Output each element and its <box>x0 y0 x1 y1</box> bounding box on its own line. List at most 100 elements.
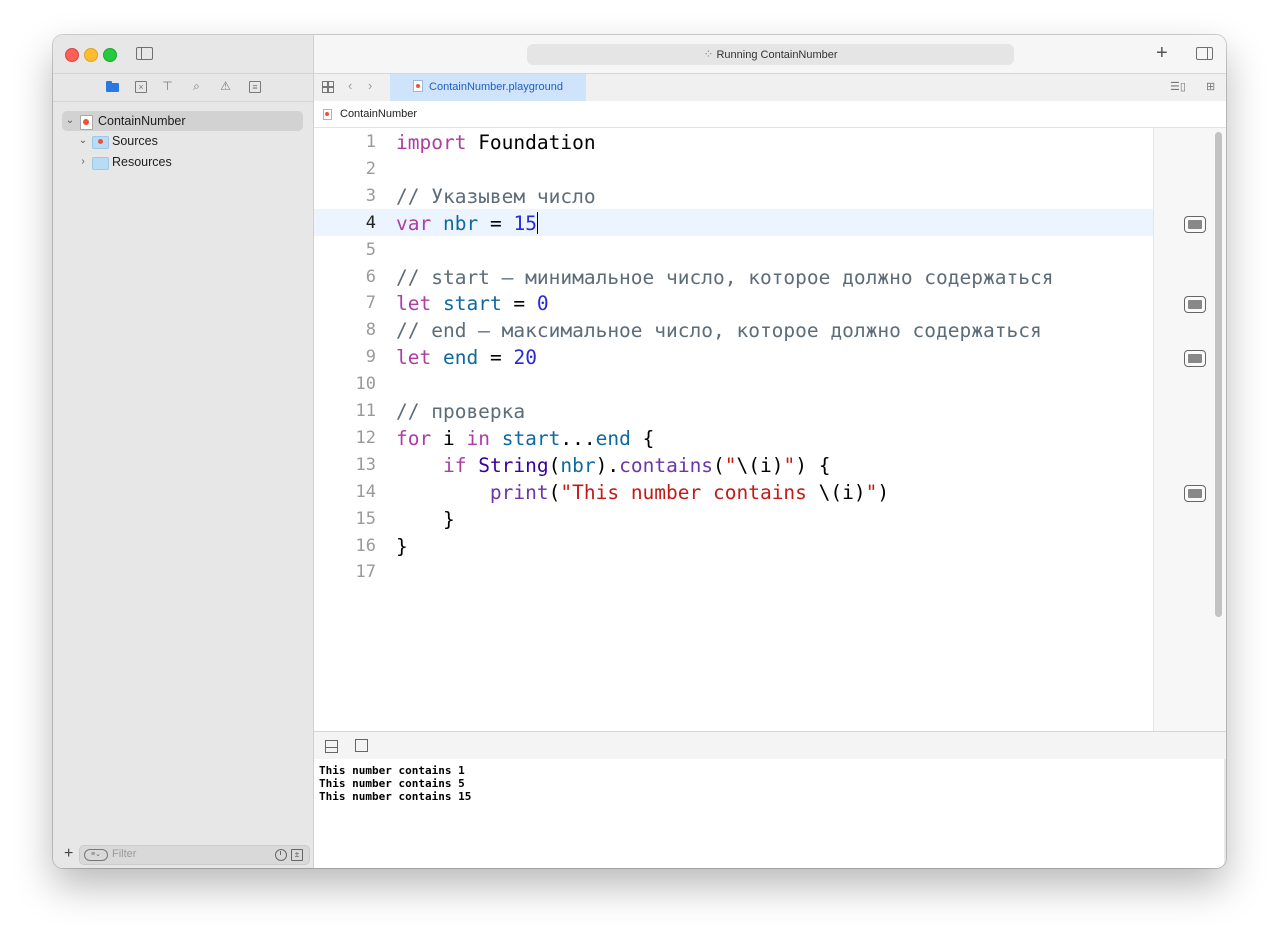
code-line[interactable]: 1 import Foundation <box>314 129 1153 156</box>
code-text: // проверка <box>396 398 525 425</box>
project-navigator-folder-icon[interactable] <box>106 80 119 93</box>
line-number: 17 <box>355 562 376 583</box>
quick-look-result-icon[interactable] <box>1184 296 1206 314</box>
code-text: // start – минимальное число, которое до… <box>396 264 1053 291</box>
line-number: 2 <box>365 158 376 179</box>
resources-folder-icon <box>92 157 109 170</box>
chevron-down-icon[interactable]: ⌄ <box>65 111 75 131</box>
hide-debug-area-icon[interactable] <box>325 740 338 753</box>
code-token: ). <box>595 453 620 477</box>
code-token: ( <box>548 453 561 477</box>
line-number: 1 <box>365 132 376 152</box>
report-navigator-icon[interactable]: ≡ <box>249 81 261 93</box>
editor-scrollbar[interactable] <box>1215 132 1222 617</box>
code-line[interactable]: 6 // start – минимальное число, которое д… <box>314 264 1153 291</box>
code-line[interactable]: 5 <box>314 237 1153 264</box>
jump-bar-item[interactable]: ContainNumber <box>340 101 417 127</box>
related-items-grid-icon[interactable] <box>322 81 334 93</box>
code-text: var nbr = 15 <box>396 210 538 237</box>
source-editor[interactable]: 1 import Foundation 2 3 // Указывем число 4 va… <box>314 128 1226 731</box>
back-chevron-icon[interactable]: ‹ <box>348 78 352 93</box>
code-line[interactable]: 8 // end – максимальное число, которое до… <box>314 317 1153 344</box>
line-number: 12 <box>355 427 376 448</box>
code-line[interactable]: 17 <box>314 559 1153 586</box>
line-number: 5 <box>365 239 376 260</box>
close-window-button[interactable] <box>65 48 79 62</box>
chevron-down-icon[interactable]: ⌄ <box>78 131 88 151</box>
code-token: for <box>396 426 432 450</box>
activity-viewer: ⁘ Running ContainNumber <box>527 44 1014 65</box>
code-token: end <box>595 426 631 450</box>
code-token: = <box>501 292 537 316</box>
code-line[interactable]: 16} <box>314 533 1153 560</box>
console-line: This number contains 5 <box>319 777 465 790</box>
code-token: ) { <box>795 453 831 477</box>
text-cursor <box>536 211 538 234</box>
line-number: 4 <box>365 212 376 233</box>
console-output[interactable]: This number contains 1 This number conta… <box>314 759 1226 868</box>
quick-look-result-icon[interactable] <box>1184 215 1206 233</box>
code-token: ( <box>713 453 725 477</box>
code-token: nbr <box>560 453 596 477</box>
console-scrollbar[interactable] <box>1224 759 1226 868</box>
symbol-navigator-icon[interactable]: ⊤ <box>161 80 174 93</box>
code-line[interactable]: 15 } <box>314 506 1153 533</box>
navigator-selector-bar: × ⊤ ⌕ ⚠ ≡ <box>53 73 313 102</box>
quick-look-result-icon[interactable] <box>1184 484 1206 502</box>
tab-playground[interactable]: ContainNumber.playground <box>390 74 586 101</box>
filter-placeholder: Filter <box>112 848 137 860</box>
issue-navigator-warning-icon[interactable]: ⚠ <box>219 80 232 93</box>
code-text: } <box>396 506 455 533</box>
zoom-window-button[interactable] <box>103 48 117 62</box>
code-token: " <box>865 480 878 504</box>
code-line[interactable]: 12 for i in start...end { <box>314 425 1153 452</box>
source-control-navigator-icon[interactable]: × <box>135 81 147 93</box>
console-line: This number contains 1 <box>319 764 465 777</box>
minimize-window-button[interactable] <box>84 48 98 62</box>
tree-item-playground[interactable]: ⌄ ContainNumber <box>62 111 303 131</box>
code-token: { <box>630 426 655 450</box>
code-line[interactable]: 9 let end = 20 <box>314 344 1153 371</box>
navigator-sidebar: × ⊤ ⌕ ⚠ ≡ ⌄ ContainNumber ⌄ Sources › Re… <box>53 35 314 868</box>
tree-item-label: ContainNumber <box>98 114 186 128</box>
code-line[interactable]: 3 // Указывем число <box>314 183 1153 210</box>
code-line[interactable]: 10 <box>314 371 1153 398</box>
find-navigator-search-icon[interactable]: ⌕ <box>190 80 203 93</box>
code-token: 20 <box>513 346 537 370</box>
spinner-icon: ⁘ <box>703 47 714 61</box>
forward-chevron-icon[interactable]: › <box>368 78 372 93</box>
add-library-plus-icon[interactable]: + <box>1156 43 1168 63</box>
code-line[interactable]: 11 // проверка <box>314 398 1153 425</box>
filter-options-icon[interactable]: ≡⌄ <box>84 849 108 861</box>
source-control-filter-icon[interactable]: ± <box>291 849 303 861</box>
code-token: 15 <box>513 211 537 235</box>
code-line[interactable]: 2 <box>314 156 1153 183</box>
code-token: // Указывем число <box>396 184 596 208</box>
show-console-icon[interactable] <box>355 739 368 752</box>
line-number: 8 <box>365 320 376 341</box>
playground-file-icon <box>80 115 93 130</box>
code-line[interactable]: 13 if String(nbr).contains("\(i)") { <box>314 452 1153 479</box>
code-line[interactable]: 14 print("This number contains \(i)") <box>314 479 1153 506</box>
recent-files-clock-icon[interactable] <box>275 849 287 861</box>
code-token: import <box>396 131 467 154</box>
tab-label: ContainNumber.playground <box>429 81 563 93</box>
code-line[interactable]: 7 let start = 0 <box>314 290 1153 317</box>
editor-options-icon[interactable]: ☰▯ <box>1170 80 1186 93</box>
code-line[interactable]: 4 var nbr = 15 <box>314 210 1153 237</box>
inspector-toggle-icon[interactable] <box>1196 47 1213 60</box>
code-token: contains <box>619 453 714 477</box>
sidebar-toggle-icon[interactable] <box>136 47 153 60</box>
chevron-right-icon[interactable]: › <box>78 152 88 172</box>
console-line: This number contains 15 <box>319 790 472 803</box>
line-number: 14 <box>355 481 376 502</box>
add-editor-split-icon[interactable]: ⊞ <box>1206 80 1215 93</box>
code-token: \(i) <box>736 453 784 477</box>
navigator-filter-field[interactable]: ≡⌄ Filter ± <box>79 845 310 865</box>
add-file-button[interactable]: + <box>64 845 73 863</box>
quick-look-result-icon[interactable] <box>1184 350 1206 368</box>
